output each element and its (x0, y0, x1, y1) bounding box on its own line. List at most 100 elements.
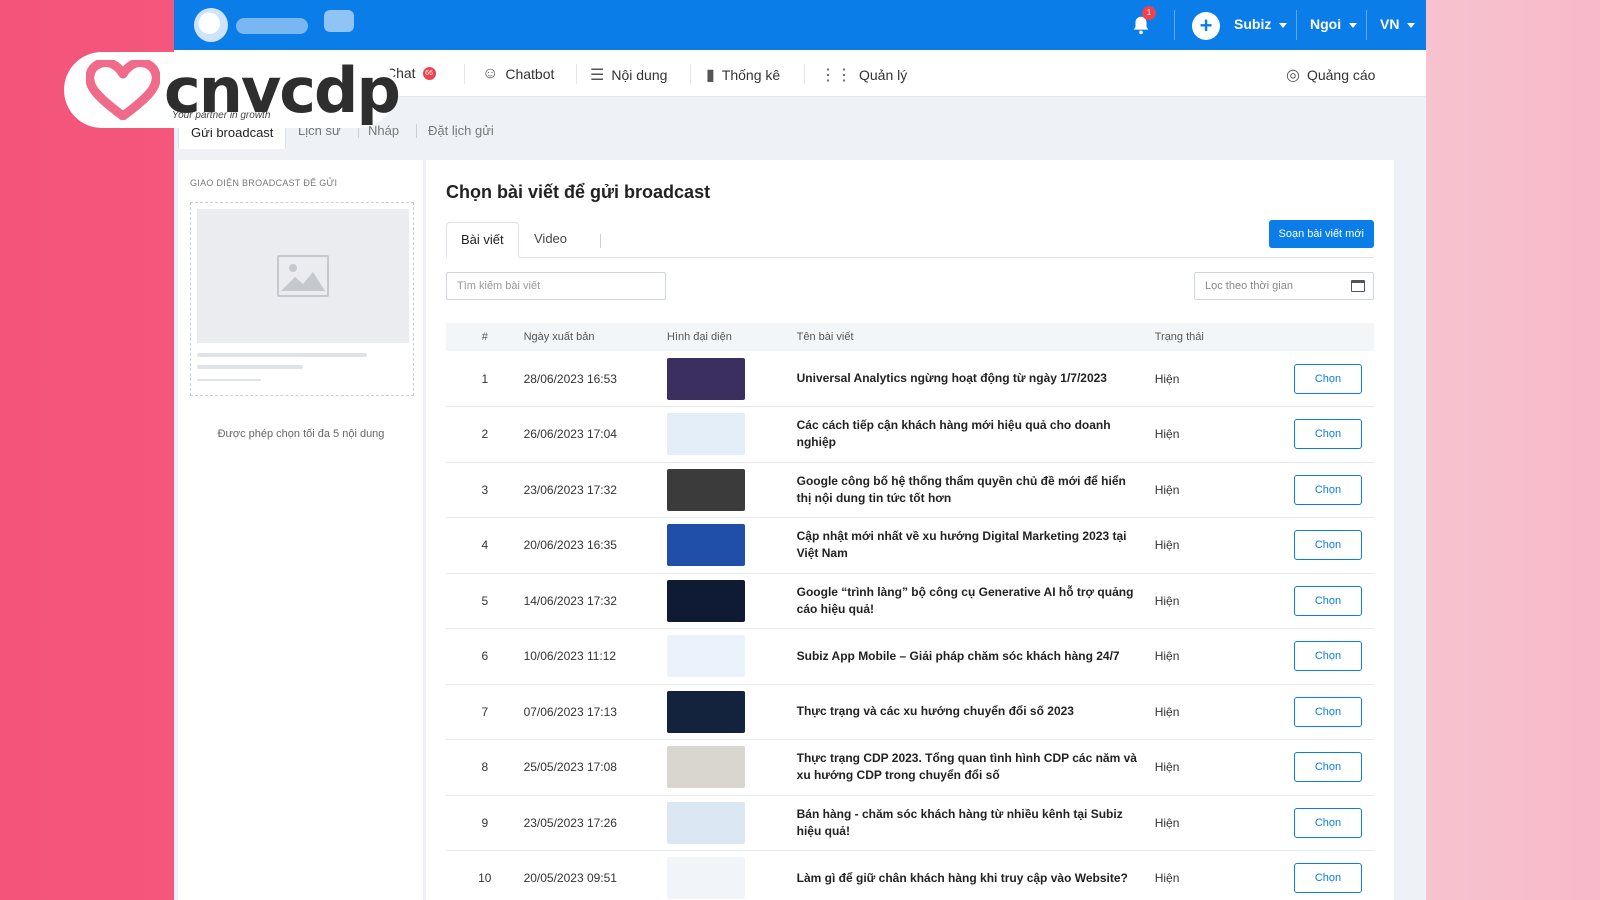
article-thumbnail (667, 413, 745, 456)
menu-ads-label: Quảng cáo (1306, 67, 1376, 83)
divider (464, 64, 465, 84)
row-status: Hiện (1154, 538, 1180, 553)
divider (416, 124, 417, 138)
row-number: 1 (481, 371, 489, 386)
row-status: Hiện (1154, 427, 1180, 442)
tab-article[interactable]: Bài viết (446, 222, 519, 258)
table-row: 3 23/06/2023 17:32 Google công bố hệ thống… (446, 462, 1374, 518)
row-thumbnail-cell (667, 573, 797, 629)
row-date: 20/06/2023 16:35 (523, 538, 617, 553)
article-thumbnail (667, 635, 745, 678)
choose-button[interactable]: Chọn (1294, 752, 1362, 783)
row-title: Các cách tiếp cận khách hàng mới hiệu qu… (796, 418, 1111, 450)
row-status: Hiện (1154, 593, 1180, 608)
menu-manage[interactable]: ⋮⋮ Quản lý (820, 65, 907, 85)
row-number: 4 (481, 538, 489, 553)
heart-icon (86, 60, 160, 120)
row-title: Google công bố hệ thống thẩm quyền chủ đ… (796, 473, 1126, 505)
account-dropdown[interactable]: Subiz (1234, 16, 1288, 32)
choose-button[interactable]: Chọn (1294, 696, 1362, 727)
divider (576, 64, 577, 84)
row-title: Universal Analytics ngừng hoạt động từ n… (796, 371, 1107, 385)
article-thumbnail (667, 468, 745, 511)
choose-button[interactable]: Chọn (1294, 363, 1362, 394)
row-date: 20/05/2023 09:51 (523, 871, 617, 886)
article-thumbnail (667, 524, 745, 567)
preview-title: GIAO DIỆN BROADCAST ĐỂ GỬI (190, 178, 338, 188)
choose-button[interactable]: Chọn (1294, 585, 1362, 616)
divider (1366, 10, 1367, 40)
row-date: 26/06/2023 17:04 (523, 427, 617, 442)
blurred-name (236, 18, 308, 34)
language-label: VN (1380, 16, 1400, 32)
choose-button[interactable]: Chọn (1294, 474, 1362, 505)
row-action-cell: Chọn (1294, 684, 1374, 740)
table-row: 1 28/06/2023 16:53 Universal Analytics ngừ… (446, 351, 1374, 407)
new-article-button[interactable]: Soạn bài viết mới (1268, 220, 1374, 248)
menu-ads[interactable]: ◎ Quảng cáo (1286, 65, 1375, 85)
choose-button[interactable]: Chọn (1294, 807, 1362, 838)
row-thumbnail-cell (667, 684, 797, 740)
row-title: Google “trình làng” bộ công cụ Generativ… (796, 584, 1134, 616)
row-date: 23/06/2023 17:32 (523, 482, 617, 497)
row-number: 3 (481, 482, 489, 497)
date-filter-input[interactable]: Lọc theo thời gian (1194, 272, 1374, 300)
app-window: 1 + Subiz Ngoi VN Chat 66 ☺ Chatbot ☰ Nộ… (174, 0, 1426, 900)
row-date: 10/06/2023 11:12 (523, 649, 617, 664)
row-thumbnail-cell (667, 462, 797, 518)
content-type-tabs: Bài viết Video (446, 222, 1374, 258)
article-thumbnail (667, 579, 745, 622)
table-row: 8 25/05/2023 17:08 Thực trạng CDP 2023. Tổ… (446, 740, 1374, 796)
grid-icon: ⋮⋮ (820, 67, 852, 84)
row-action-cell: Chọn (1294, 740, 1374, 796)
user-dropdown[interactable]: Ngoi (1310, 16, 1358, 32)
row-thumbnail-cell (667, 629, 797, 685)
plus-icon[interactable]: + (1192, 12, 1220, 40)
menu-chatbot[interactable]: ☺ Chatbot (482, 65, 554, 83)
divider (1296, 10, 1297, 40)
preview-image-placeholder (197, 209, 409, 343)
row-thumbnail-cell (667, 795, 797, 851)
page-title: Chọn bài viết để gửi broadcast (446, 182, 711, 202)
row-date: 23/05/2023 17:26 (523, 815, 617, 830)
account-name: Subiz (1234, 16, 1272, 32)
row-date: 25/05/2023 17:08 (523, 760, 617, 775)
choose-button[interactable]: Chọn (1294, 419, 1362, 450)
row-thumbnail-cell (667, 407, 797, 463)
choose-button[interactable]: Chọn (1294, 641, 1362, 672)
table-row: 5 14/06/2023 17:32 Google “trình làng” bộ … (446, 573, 1374, 629)
menu-content-label: Nội dung (611, 67, 668, 83)
choose-button[interactable]: Chọn (1294, 530, 1362, 561)
broadcast-preview-panel: GIAO DIỆN BROADCAST ĐỂ GỬI Được phép chọ… (178, 160, 424, 900)
subtab-schedule[interactable]: Đặt lịch gửi (428, 123, 494, 138)
col-num: # (481, 331, 488, 343)
language-dropdown[interactable]: VN (1380, 16, 1416, 32)
robot-icon: ☺ (482, 65, 499, 82)
choose-button[interactable]: Chọn (1294, 863, 1362, 894)
search-input[interactable]: Tìm kiếm bài viết (446, 272, 666, 300)
row-action-cell: Chọn (1294, 629, 1374, 685)
target-icon: ◎ (1286, 67, 1300, 84)
article-thumbnail (667, 746, 745, 789)
table-row: 10 20/05/2023 09:51 Làm gì để giữ chân khá… (446, 851, 1374, 900)
calendar-icon[interactable] (1351, 280, 1365, 292)
app-logo[interactable] (194, 8, 228, 42)
col-name: Tên bài viết (796, 330, 854, 343)
row-date: 28/06/2023 16:53 (523, 371, 617, 386)
article-thumbnail (667, 357, 745, 400)
list-icon: ☰ (590, 67, 605, 84)
row-status: Hiện (1154, 760, 1180, 775)
article-thumbnail (667, 801, 745, 844)
row-status: Hiện (1154, 815, 1180, 830)
article-selector: Chọn bài viết để gửi broadcast Bài viết … (426, 160, 1394, 900)
row-number: 5 (481, 593, 489, 608)
table-row: 6 10/06/2023 11:12 Subiz App Mobile – Giải… (446, 629, 1374, 685)
tab-video[interactable]: Video (520, 222, 581, 258)
brand-tagline: Your partner in growth (172, 110, 271, 121)
row-status: Hiện (1154, 704, 1180, 719)
menu-manage-label: Quản lý (859, 67, 908, 83)
bar-chart-icon: ▮ (706, 67, 715, 84)
row-action-cell: Chọn (1294, 795, 1374, 851)
menu-stats[interactable]: ▮ Thống kê (706, 65, 780, 85)
menu-content[interactable]: ☰ Nội dung (590, 65, 667, 85)
